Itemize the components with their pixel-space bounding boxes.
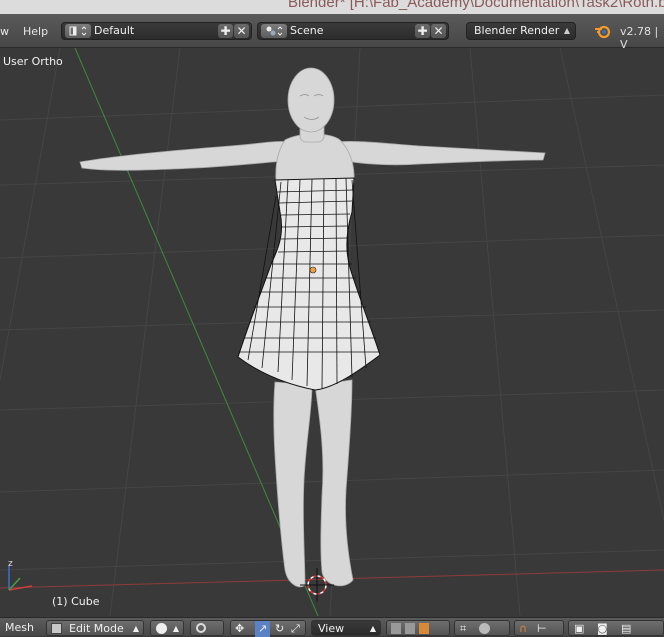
- proportional-edit-buttons[interactable]: ⌗: [454, 620, 510, 636]
- view3d-header: Mesh Edit Mode ▲ ▲ ✥ ↗ ↻ ⤢ View ▲ ⌗ ∩ ⊢ …: [0, 617, 664, 637]
- blender-logo-icon: [595, 25, 611, 39]
- mode-select[interactable]: Edit Mode ▲: [46, 620, 144, 636]
- snapping-buttons[interactable]: ∩ ⊢: [514, 620, 564, 636]
- menu-help[interactable]: Help: [23, 25, 48, 38]
- 3d-viewport[interactable]: z User Ortho (1) Cube: [0, 48, 664, 616]
- active-object-label: (1) Cube: [52, 595, 100, 608]
- layer-buttons[interactable]: [386, 620, 450, 636]
- delete-scene-button[interactable]: ✕: [431, 24, 446, 38]
- menu-window[interactable]: w: [0, 25, 9, 38]
- scene-icon[interactable]: [261, 24, 287, 38]
- transform-manipulators[interactable]: ✥ ↗ ↻ ⤢: [230, 620, 306, 637]
- window-titlebar: Blender* [H:\Fab_Academy\Documentation\T…: [0, 0, 664, 14]
- viewport-shading-select[interactable]: ▲: [150, 620, 184, 636]
- axis-gizmo: z: [8, 559, 33, 591]
- delete-layout-button[interactable]: ✕: [234, 24, 249, 38]
- pivot-point-select[interactable]: [190, 620, 224, 636]
- editor-label: Mesh: [5, 621, 34, 634]
- view-label: User Ortho: [3, 55, 63, 68]
- scene-name[interactable]: Scene: [290, 23, 324, 39]
- render-engine-value[interactable]: Blender Render: [474, 24, 559, 37]
- dress-mesh[interactable]: [237, 177, 381, 391]
- screen-layout-icon[interactable]: [65, 24, 91, 38]
- layer-icon[interactable]: [405, 623, 415, 634]
- svg-text:z: z: [8, 559, 13, 569]
- info-header: w Help Default ✚ ✕ Scene ✚ ✕ Blender Ren…: [0, 14, 664, 51]
- window-title: Blender* [H:\Fab_Academy\Documentation\T…: [288, 0, 664, 11]
- proportional-icon[interactable]: [479, 623, 490, 634]
- viewport-canvas[interactable]: z: [0, 48, 664, 616]
- render-preview-buttons[interactable]: ▣ ◙ ▤: [568, 620, 664, 636]
- scene-selector[interactable]: Scene ✚ ✕: [257, 22, 449, 40]
- pivot-icon: [196, 623, 206, 633]
- updown-arrows-icon: ▲: [563, 26, 570, 35]
- render-engine-select[interactable]: Blender Render ▲: [466, 22, 576, 40]
- layer-icon[interactable]: [419, 623, 429, 634]
- add-layout-button[interactable]: ✚: [218, 24, 233, 38]
- solid-shading-icon: [156, 623, 167, 634]
- object-origin-dot: [309, 266, 317, 274]
- transform-orientation-select[interactable]: View ▲: [311, 620, 381, 636]
- screen-layout-name[interactable]: Default: [94, 23, 134, 39]
- add-scene-button[interactable]: ✚: [415, 24, 430, 38]
- screen-layout-selector[interactable]: Default ✚ ✕: [61, 22, 252, 40]
- edit-mode-icon: [51, 623, 62, 634]
- layer-icon[interactable]: [391, 623, 401, 634]
